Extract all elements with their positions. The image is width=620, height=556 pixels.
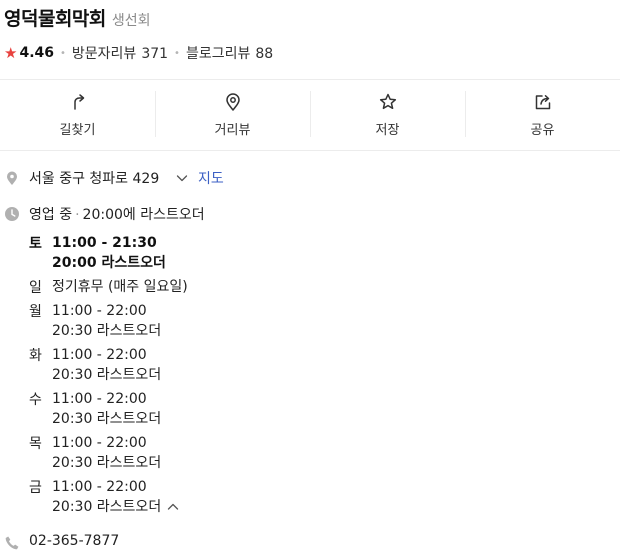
location-pin-icon bbox=[7, 171, 17, 185]
title-row: 영덕물회막회 생선회 bbox=[4, 4, 616, 34]
street-view-label: 거리뷰 bbox=[214, 123, 251, 138]
action-bar: 길찾기 거리뷰 저장 공유 bbox=[0, 80, 620, 150]
visitor-review-link[interactable]: 방문자리뷰 371 bbox=[72, 43, 168, 63]
last-order: 20:30 라스트오더 bbox=[52, 323, 162, 339]
street-view-button[interactable]: 거리뷰 bbox=[155, 80, 310, 150]
day-name: 일 bbox=[29, 280, 42, 296]
day-name: 목 bbox=[29, 436, 42, 452]
save-label: 저장 bbox=[375, 123, 400, 138]
star-outline-icon bbox=[379, 93, 396, 110]
day-name: 토 bbox=[29, 236, 42, 252]
separator-dot: · bbox=[75, 207, 80, 223]
directions-button[interactable]: 길찾기 bbox=[0, 80, 155, 150]
hours-range: 11:00 - 22:00 bbox=[52, 391, 147, 407]
day-name: 화 bbox=[29, 348, 42, 364]
share-button[interactable]: 공유 bbox=[465, 80, 620, 150]
last-order: 20:00 라스트오더 bbox=[52, 255, 166, 271]
visitor-review-count: 371 bbox=[141, 46, 169, 62]
separator-dot: • bbox=[174, 47, 180, 59]
day-name: 금 bbox=[29, 480, 42, 496]
last-order: 20:30 라스트오더 bbox=[52, 411, 162, 427]
hours-day-wed: 수 11:00 - 22:00 20:30 라스트오더 bbox=[29, 389, 429, 429]
last-order: 20:30 라스트오더 bbox=[52, 455, 162, 471]
hours-day-sun: 일 정기휴무 (매주 일요일) bbox=[29, 277, 429, 297]
hours-status-row[interactable]: 영업 중 · 20:00에 라스트오더 bbox=[0, 203, 620, 225]
last-order: 20:30 라스트오더 bbox=[52, 367, 162, 383]
separator-dot: • bbox=[60, 47, 66, 59]
hours-range: 11:00 - 22:00 bbox=[52, 479, 147, 495]
stats-row: ★ 4.46 • 방문자리뷰 371 • 블로그리뷰 88 bbox=[4, 42, 616, 64]
hours-range: 11:00 - 22:00 bbox=[52, 435, 147, 451]
closed-note: 정기휴무 (매주 일요일) bbox=[52, 279, 188, 295]
share-label: 공유 bbox=[530, 123, 555, 138]
place-header: 영덕물회막회 생선회 ★ 4.46 • 방문자리뷰 371 • 블로그리뷰 88 bbox=[4, 4, 616, 64]
hours-range: 11:00 - 22:00 bbox=[52, 303, 147, 319]
visitor-review-label: 방문자리뷰 bbox=[71, 46, 137, 62]
phone-row: 02-365-7877 bbox=[0, 532, 620, 554]
hours-range: 11:00 - 21:30 bbox=[52, 235, 157, 251]
business-hours-list: 토 11:00 - 21:30 20:00 라스트오더 일 정기휴무 (매주 일… bbox=[29, 233, 429, 521]
last-order: 20:30 라스트오더 bbox=[52, 499, 162, 515]
day-name: 월 bbox=[29, 304, 42, 320]
map-link[interactable]: 지도 bbox=[198, 168, 224, 188]
blog-review-label: 블로그리뷰 bbox=[185, 46, 251, 62]
address-row: 서울 중구 청파로 429 지도 bbox=[0, 167, 620, 189]
hours-day-tue: 화 11:00 - 22:00 20:30 라스트오더 bbox=[29, 345, 429, 385]
place-name[interactable]: 영덕물회막회 bbox=[4, 4, 106, 31]
phone-number[interactable]: 02-365-7877 bbox=[29, 533, 119, 549]
phone-icon bbox=[5, 536, 19, 550]
rating-value: 4.46 bbox=[19, 45, 54, 61]
chevron-down-icon[interactable] bbox=[176, 172, 188, 184]
last-order-row: 20:30 라스트오더 bbox=[52, 497, 179, 517]
hours-range: 11:00 - 22:00 bbox=[52, 347, 147, 363]
clock-icon bbox=[5, 207, 19, 221]
star-icon: ★ bbox=[4, 44, 18, 62]
place-category: 생선회 bbox=[111, 13, 151, 29]
blog-review-link[interactable]: 블로그리뷰 88 bbox=[186, 43, 273, 63]
last-order-summary: 20:00에 라스트오더 bbox=[82, 207, 205, 223]
hours-day-fri: 금 11:00 - 22:00 20:30 라스트오더 bbox=[29, 477, 429, 517]
blog-review-count: 88 bbox=[255, 46, 274, 62]
hours-day-mon: 월 11:00 - 22:00 20:30 라스트오더 bbox=[29, 301, 429, 341]
chevron-up-icon[interactable] bbox=[167, 501, 179, 513]
share-icon bbox=[535, 95, 550, 110]
save-button[interactable]: 저장 bbox=[310, 80, 465, 150]
open-status: 영업 중 bbox=[29, 207, 73, 223]
directions-label: 길찾기 bbox=[59, 123, 96, 138]
hours-day-thu: 목 11:00 - 22:00 20:30 라스트오더 bbox=[29, 433, 429, 473]
directions-icon bbox=[73, 94, 84, 110]
divider bbox=[0, 150, 620, 151]
hours-status: 영업 중 · 20:00에 라스트오더 bbox=[29, 204, 205, 224]
location-pin-icon bbox=[225, 93, 240, 111]
hours-day-sat: 토 11:00 - 21:30 20:00 라스트오더 bbox=[29, 233, 429, 273]
day-name: 수 bbox=[29, 392, 42, 408]
address-text: 서울 중구 청파로 429 bbox=[29, 171, 160, 187]
